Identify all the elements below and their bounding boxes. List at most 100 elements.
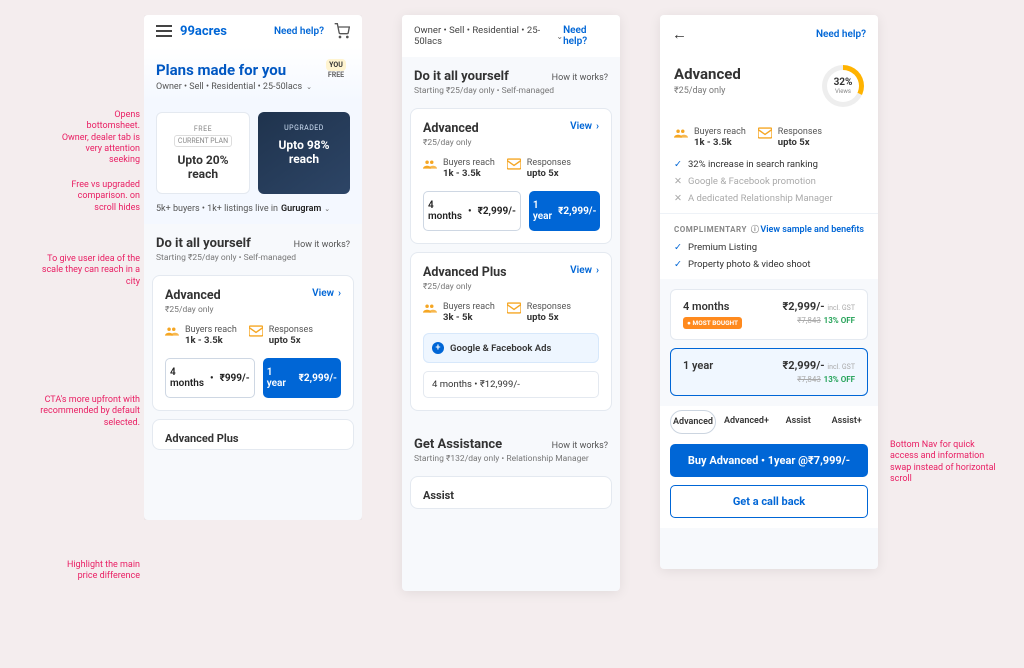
cart-icon[interactable]: [334, 23, 350, 39]
diy-section: Do it all yourself How it works? Startin…: [144, 224, 362, 267]
back-icon[interactable]: ←: [672, 25, 687, 43]
buy-button[interactable]: Buy Advanced • 1year @₹7,999/-: [670, 444, 868, 477]
plan-name: Advanced: [165, 288, 221, 303]
scale-info[interactable]: 5k+ buyers • 1k+ listings live in Gurugr…: [144, 194, 362, 224]
hero: Plans made for you Owner • Sell • Reside…: [144, 47, 362, 102]
need-help-link[interactable]: Need help?: [274, 26, 324, 37]
tab-assist[interactable]: Assist: [777, 410, 820, 434]
view-link[interactable]: View›: [570, 265, 599, 276]
responses-icon: [249, 325, 263, 337]
plus-icon: +: [432, 342, 444, 354]
plan-card-advanced: Advanced₹25/day only View› Buyers reach1…: [410, 108, 612, 244]
buyers-icon: [423, 302, 437, 314]
chevron-right-icon: ›: [596, 121, 599, 132]
buyers-icon: [674, 127, 688, 139]
view-benefits-link[interactable]: View sample and benefits: [760, 225, 864, 235]
screen-plan-detail: ← Need help? Advanced ₹25/day only 32%Vi…: [660, 15, 878, 569]
diy-subtitle: Starting ₹25/day only • Self-managed: [414, 86, 608, 96]
compare-upgraded-card[interactable]: UPGRADED Upto 98% reach: [258, 112, 350, 194]
annotation: Highlight the main price difference: [60, 560, 140, 583]
plan-name: Advanced Plus: [165, 432, 341, 445]
hero-title: Plans made for you: [156, 61, 350, 79]
diy-title: Do it all yourself: [156, 236, 251, 251]
plan-rate: ₹25/day only: [674, 86, 741, 96]
annotation: To give user idea of the scale they can …: [40, 254, 140, 288]
buyers-icon: [165, 325, 179, 337]
price-option-4months[interactable]: 4 months • ₹2,999/-: [423, 191, 521, 231]
chevron-right-icon: ›: [596, 265, 599, 276]
ga-subtitle: Starting ₹132/day only • Relationship Ma…: [414, 454, 608, 464]
check-icon: ✓: [674, 259, 682, 270]
annotation: Bottom Nav for quick access and informat…: [890, 440, 1000, 485]
screen-plan-list: Owner • Sell • Residential • 25-50lacs⌄ …: [402, 15, 620, 591]
complimentary-block: COMPLIMENTARY ⓘ View sample and benefits…: [660, 213, 878, 279]
chevron-down-icon: ⌄: [556, 32, 563, 41]
tab-assist-plus[interactable]: Assist+: [825, 410, 868, 434]
plan-name: Assist: [423, 489, 599, 502]
brand-logo[interactable]: 99acres: [180, 24, 227, 39]
plan-name: Advanced Plus: [423, 265, 507, 280]
info-icon[interactable]: ⓘ: [751, 224, 760, 235]
need-help-link[interactable]: Need help?: [816, 29, 866, 40]
how-it-works-link[interactable]: How it works?: [552, 73, 608, 83]
ga-title: Get Assistance: [414, 437, 502, 452]
menu-icon[interactable]: [156, 25, 172, 37]
annotation: Free vs upgraded comparison. on scroll h…: [60, 180, 140, 214]
metrics-block: Buyers reach1k - 3.5k Responsesupto 5x: [660, 111, 878, 154]
diy-title: Do it all yourself: [414, 69, 509, 84]
buyers-icon: [423, 158, 437, 170]
annotation: CTA's more upfront with recommended by d…: [40, 395, 140, 429]
duration-option-1year[interactable]: 1 year ₹2,999/- incl. GST ₹7,843 13% OFF: [670, 348, 868, 396]
titlebar: 99acres Need help?: [144, 15, 362, 47]
duration-option-4months[interactable]: 4 months ● MOST BOUGHT ₹2,999/- incl. GS…: [670, 289, 868, 340]
chevron-down-icon: ⌄: [324, 205, 330, 213]
get-callback-button[interactable]: Get a call back: [670, 485, 868, 518]
price-line[interactable]: 4 months • ₹12,999/-: [423, 371, 599, 398]
get-assistance-section: Get Assistance How it works? Starting ₹1…: [402, 425, 620, 468]
responses-icon: [758, 127, 772, 139]
plan-header: Advanced ₹25/day only 32%Views: [660, 53, 878, 111]
plan-rate: ₹25/day only: [423, 138, 479, 148]
most-bought-badge: ● MOST BOUGHT: [683, 317, 742, 329]
check-icon: ✓: [674, 242, 682, 253]
how-it-works-link[interactable]: How it works?: [552, 441, 608, 451]
cross-icon: ✕: [674, 193, 682, 204]
you-free-badge: YOU FREE: [322, 57, 350, 79]
tab-advanced[interactable]: Advanced: [670, 410, 716, 434]
plan-card-advanced: Advanced ₹25/day only View› Buyers reach…: [152, 275, 354, 411]
duration-selector: 4 months ● MOST BOUGHT ₹2,999/- incl. GS…: [670, 289, 868, 396]
annotation: Opens bottomsheet. Owner, dealer tab is …: [60, 110, 140, 166]
compare-block: FREE CURRENT PLAN Upto 20% reach UPGRADE…: [144, 102, 362, 194]
feature-list: ✓32% increase in search ranking ✕Google …: [660, 154, 878, 213]
plan-title: Advanced: [674, 65, 741, 83]
back-bar: ← Need help?: [660, 15, 878, 53]
plan-rate: ₹25/day only: [423, 282, 507, 292]
view-link[interactable]: View›: [312, 288, 341, 299]
plan-card-advanced-plus-peek: Advanced Plus: [152, 419, 354, 450]
views-donut: 32%Views: [822, 65, 864, 107]
price-option-1year[interactable]: 1 year₹2,999/-: [529, 191, 601, 231]
price-option-1year[interactable]: 1 year₹2,999/-: [263, 358, 341, 398]
cross-icon: ✕: [674, 176, 682, 187]
tab-advanced-plus[interactable]: Advanced+: [722, 410, 771, 434]
compare-free-card[interactable]: FREE CURRENT PLAN Upto 20% reach: [156, 112, 250, 194]
plan-rate: ₹25/day only: [165, 305, 221, 315]
responses-icon: [507, 302, 521, 314]
plan-card-assist-peek: Assist: [410, 476, 612, 509]
screen-plans-overview: 99acres Need help? Plans made for you Ow…: [144, 15, 362, 520]
view-link[interactable]: View›: [570, 121, 599, 132]
cta-block: Buy Advanced • 1year @₹7,999/- Get a cal…: [660, 434, 878, 528]
diy-subtitle: Starting ₹25/day only • Self-managed: [156, 253, 350, 263]
responses-icon: [507, 158, 521, 170]
price-option-4months[interactable]: 4 months • ₹999/-: [165, 358, 255, 398]
how-it-works-link[interactable]: How it works?: [294, 240, 350, 250]
breadcrumb-bar[interactable]: Owner • Sell • Residential • 25-50lacs⌄ …: [402, 15, 620, 57]
bottom-tabs: Advanced Advanced+ Assist Assist+: [660, 406, 878, 434]
plan-card-advanced-plus: Advanced Plus₹25/day only View› Buyers r…: [410, 252, 612, 411]
diy-section: Do it all yourself How it works? Startin…: [402, 57, 620, 100]
google-facebook-ads: + Google & Facebook Ads: [423, 333, 599, 363]
check-icon: ✓: [674, 159, 682, 170]
hero-filter[interactable]: Owner • Sell • Residential • 25-50lacs⌄: [156, 82, 350, 92]
chevron-down-icon: ⌄: [306, 83, 312, 91]
need-help-link[interactable]: Need help?: [563, 25, 608, 47]
